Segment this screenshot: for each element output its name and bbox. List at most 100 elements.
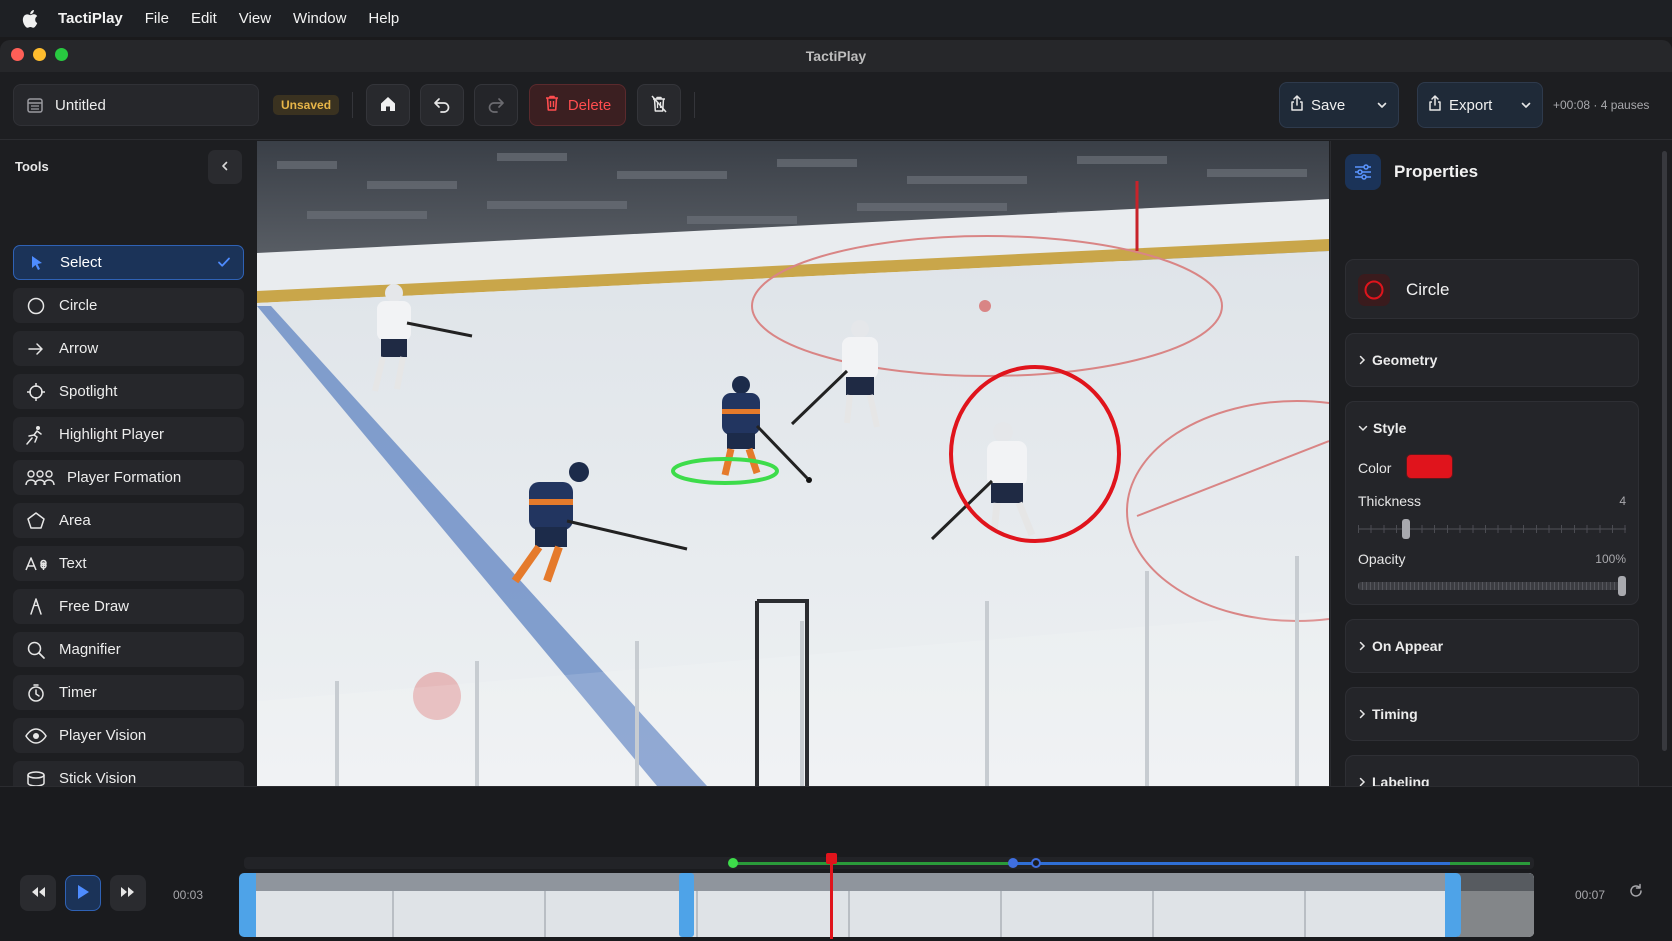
step-back-button[interactable] bbox=[20, 875, 56, 911]
filmstrip[interactable] bbox=[242, 873, 1534, 937]
redo-button[interactable] bbox=[474, 84, 518, 126]
save-button[interactable]: Save bbox=[1279, 82, 1399, 128]
playhead[interactable] bbox=[825, 853, 837, 939]
thickness-slider-thumb[interactable] bbox=[1402, 519, 1411, 539]
opacity-label: Opacity bbox=[1358, 551, 1406, 567]
text-icon bbox=[25, 553, 47, 575]
trim-start-handle[interactable] bbox=[239, 873, 256, 937]
tool-label: Player Formation bbox=[67, 469, 182, 486]
apple-icon[interactable] bbox=[22, 9, 38, 28]
style-header[interactable]: Style bbox=[1358, 420, 1406, 436]
skip-forward-icon bbox=[120, 885, 136, 902]
tool-label: Circle bbox=[59, 297, 98, 314]
chevron-down-icon bbox=[1358, 420, 1368, 436]
menu-file[interactable]: File bbox=[145, 10, 169, 27]
tool-spotlight[interactable]: Spotlight bbox=[13, 374, 244, 409]
toolbar: Untitled Unsaved Delete Save Export +00:… bbox=[0, 72, 1672, 140]
loop-icon[interactable] bbox=[1628, 883, 1644, 902]
play-button[interactable] bbox=[65, 875, 101, 911]
menu-bar: TactiPlay File Edit View Window Help bbox=[0, 0, 1672, 37]
tool-circle[interactable]: Circle bbox=[13, 288, 244, 323]
skip-back-icon bbox=[30, 885, 46, 902]
geometry-header: Geometry bbox=[1358, 352, 1437, 368]
annotation-track[interactable] bbox=[244, 857, 1534, 869]
blue-annotation-span bbox=[1017, 862, 1450, 865]
save-icon bbox=[1290, 95, 1304, 115]
properties-scrollbar[interactable] bbox=[1662, 151, 1667, 751]
tool-player-vision[interactable]: Player Vision bbox=[13, 718, 244, 753]
home-button[interactable] bbox=[366, 84, 410, 126]
export-button[interactable]: Export bbox=[1417, 82, 1543, 128]
tool-select[interactable]: Select bbox=[13, 245, 244, 280]
menu-view[interactable]: View bbox=[239, 10, 271, 27]
document-name: Untitled bbox=[55, 96, 106, 114]
menu-help[interactable]: Help bbox=[368, 10, 399, 27]
chevron-right-icon bbox=[1358, 352, 1367, 368]
keyframe-marker[interactable] bbox=[1031, 858, 1041, 868]
window-title: TactiPlay bbox=[805, 48, 867, 64]
timing-section[interactable]: Timing bbox=[1345, 687, 1639, 741]
collapse-sidebar-button[interactable] bbox=[208, 150, 242, 184]
menu-app-name[interactable]: TactiPlay bbox=[58, 10, 123, 27]
playhead-handle[interactable] bbox=[825, 853, 837, 864]
pen-icon bbox=[25, 596, 47, 618]
tool-free-draw[interactable]: Free Draw bbox=[13, 589, 244, 624]
arrow-right-icon bbox=[25, 338, 47, 360]
timer-icon bbox=[25, 682, 47, 704]
color-label: Color bbox=[1358, 460, 1392, 476]
opacity-slider[interactable] bbox=[1358, 576, 1626, 596]
window-controls bbox=[11, 48, 68, 61]
current-time: 00:03 bbox=[173, 888, 204, 902]
keyframe-marker[interactable] bbox=[728, 858, 738, 868]
clear-all-button[interactable] bbox=[637, 84, 681, 126]
on-appear-header: On Appear bbox=[1358, 638, 1443, 654]
delete-button[interactable]: Delete bbox=[529, 84, 626, 126]
thickness-slider[interactable] bbox=[1358, 519, 1626, 539]
on-appear-label: On Appear bbox=[1372, 638, 1444, 654]
tools-sidebar: Tools Select Circle Arrow Spotlight High… bbox=[0, 141, 256, 796]
tool-highlight-player[interactable]: Highlight Player bbox=[13, 417, 244, 452]
on-appear-section[interactable]: On Appear bbox=[1345, 619, 1639, 673]
chevron-left-icon bbox=[219, 159, 231, 175]
geometry-label: Geometry bbox=[1372, 352, 1438, 368]
tool-text[interactable]: Text bbox=[13, 546, 244, 581]
delete-label: Delete bbox=[567, 96, 612, 114]
tool-player-formation[interactable]: Player Formation bbox=[13, 460, 244, 495]
circle-icon bbox=[25, 295, 47, 317]
timing-label: Timing bbox=[1372, 706, 1418, 722]
green-annotation-span bbox=[1450, 862, 1530, 865]
play-icon bbox=[76, 884, 90, 903]
sliders-icon bbox=[1345, 154, 1381, 190]
segment-split-handle[interactable] bbox=[679, 873, 694, 937]
thickness-value: 4 bbox=[1619, 494, 1626, 508]
tool-timer[interactable]: Timer bbox=[13, 675, 244, 710]
tool-arrow[interactable]: Arrow bbox=[13, 331, 244, 366]
tool-area[interactable]: Area bbox=[13, 503, 244, 538]
geometry-section[interactable]: Geometry bbox=[1345, 333, 1639, 387]
menu-edit[interactable]: Edit bbox=[191, 10, 217, 27]
home-icon bbox=[378, 94, 398, 117]
keyframe-marker[interactable] bbox=[1008, 858, 1018, 868]
undo-button[interactable] bbox=[420, 84, 464, 126]
document-name-field[interactable]: Untitled bbox=[13, 84, 259, 126]
tool-label: Text bbox=[59, 555, 87, 572]
chevron-right-icon bbox=[1358, 638, 1367, 654]
green-annotation-span bbox=[733, 862, 1017, 865]
chevron-right-icon bbox=[1358, 706, 1367, 722]
end-time: 00:07 bbox=[1575, 888, 1606, 902]
trim-end-handle[interactable] bbox=[1445, 873, 1461, 937]
step-forward-button[interactable] bbox=[110, 875, 146, 911]
save-label: Save bbox=[1311, 96, 1346, 114]
close-window-button[interactable] bbox=[11, 48, 24, 61]
opacity-slider-thumb[interactable] bbox=[1618, 576, 1626, 596]
circle-shape-icon bbox=[1358, 274, 1390, 306]
video-canvas[interactable] bbox=[257, 141, 1329, 786]
chevron-down-icon bbox=[1376, 98, 1388, 115]
tool-magnifier[interactable]: Magnifier bbox=[13, 632, 244, 667]
menu-window[interactable]: Window bbox=[293, 10, 346, 27]
minimize-window-button[interactable] bbox=[33, 48, 46, 61]
pentagon-icon bbox=[25, 510, 47, 532]
color-swatch[interactable] bbox=[1406, 454, 1453, 479]
tool-label: Arrow bbox=[59, 340, 99, 357]
zoom-window-button[interactable] bbox=[55, 48, 68, 61]
